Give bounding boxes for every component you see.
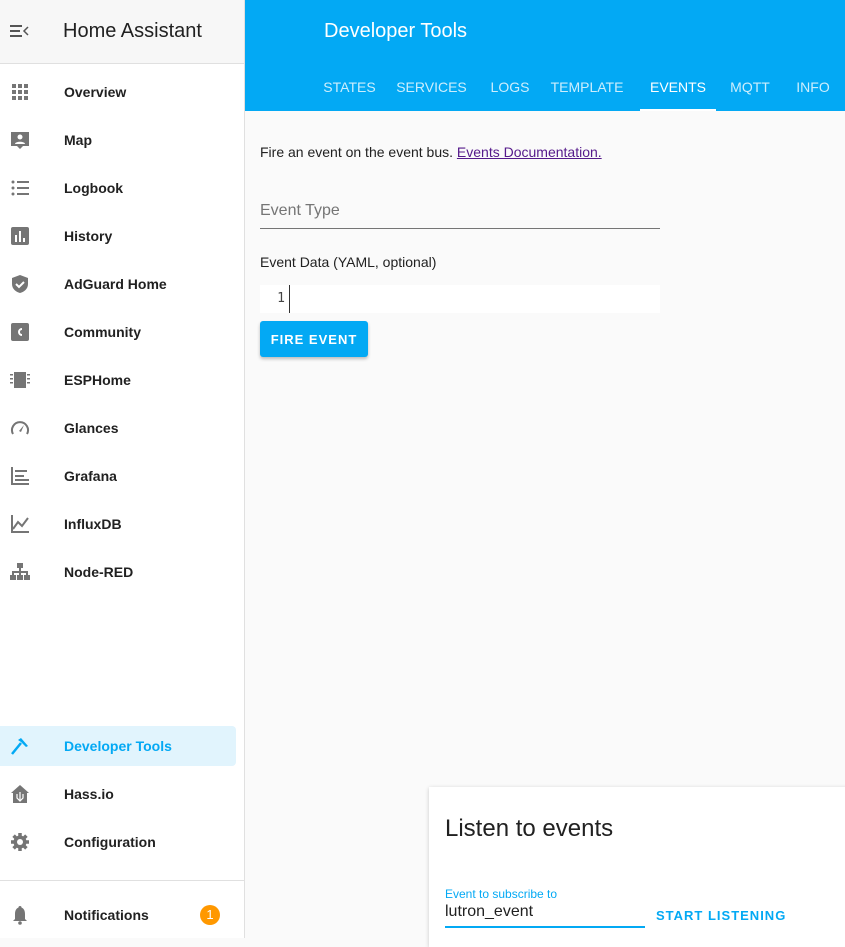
sidebar-item-label: Developer Tools [64, 738, 172, 754]
sidebar-item-logbook[interactable]: Logbook [0, 168, 236, 208]
tab-states[interactable]: STATES [313, 64, 386, 111]
tab-events[interactable]: EVENTS [640, 64, 716, 111]
grafana-icon [10, 466, 30, 486]
description-text: Fire an event on the event bus. [260, 144, 454, 160]
sidebar-item-history[interactable]: History [0, 216, 236, 256]
sidebar-item-label: Logbook [64, 180, 124, 196]
sidebar-item-label: Notifications [64, 907, 149, 923]
shield-check-icon [10, 274, 30, 294]
sidebar-divider [0, 880, 244, 881]
sidebar-item-hass-io[interactable]: Hass.io [0, 774, 236, 814]
line-number: 1 [277, 291, 285, 306]
sidebar-item-label: Overview [64, 84, 127, 100]
page-title: Developer Tools [324, 20, 468, 42]
community-icon [10, 322, 30, 342]
listen-events-card: Listen to events Event to subscribe to l… [429, 787, 845, 947]
sitemap-icon [10, 562, 30, 582]
subscribe-field-label: Event to subscribe to [445, 887, 558, 901]
grid-icon [10, 82, 30, 102]
sidebar-item-community[interactable]: Community [0, 312, 236, 352]
tab-template[interactable]: TEMPLATE [544, 64, 630, 111]
sidebar-item-configuration[interactable]: Configuration [0, 822, 236, 862]
chart-bar-icon [10, 226, 30, 246]
tab-services[interactable]: SERVICES [390, 64, 473, 111]
fire-event-button[interactable]: FIRE EVENT [260, 321, 368, 357]
sidebar-item-label: Community [64, 324, 141, 340]
sidebar-item-influxdb[interactable]: InfluxDB [0, 504, 236, 544]
chip-icon [10, 370, 30, 390]
speedometer-icon [10, 418, 30, 438]
event-type-input[interactable]: Event Type [260, 202, 660, 229]
list-icon [10, 178, 30, 198]
sidebar-item-label: AdGuard Home [64, 276, 167, 292]
sidebar-item-label: InfluxDB [64, 516, 122, 532]
event-data-editor[interactable]: 1 [260, 285, 660, 313]
sidebar-item-label: Configuration [64, 834, 156, 850]
sidebar-header: Home Assistant [0, 0, 244, 64]
sidebar-item-developer-tools[interactable]: Developer Tools [0, 726, 236, 766]
card-title: Listen to events [445, 815, 614, 842]
tab-logs[interactable]: LOGS [480, 64, 540, 111]
sidebar-item-label: Hass.io [64, 786, 114, 802]
app-header: Developer Tools STATES SERVICES LOGS TEMPLA… [245, 0, 845, 111]
start-listening-button[interactable]: START LISTENING [656, 908, 786, 923]
description: Fire an event on the event bus. Events D… [260, 144, 602, 160]
menu-collapse-icon[interactable] [10, 22, 30, 40]
notification-badge: 1 [200, 905, 220, 925]
sidebar-item-label: Map [64, 132, 92, 148]
sidebar-item-node-red[interactable]: Node-RED [0, 552, 236, 592]
events-documentation-link[interactable]: Events Documentation. [457, 144, 602, 160]
sidebar: Home Assistant Overview Map Logbook History… [0, 0, 245, 938]
subscribe-event-input[interactable]: lutron_event [445, 903, 645, 928]
sidebar-item-adguard-home[interactable]: AdGuard Home [0, 264, 236, 304]
sidebar-item-label: Node-RED [64, 564, 134, 580]
sidebar-item-map[interactable]: Map [0, 120, 236, 160]
gear-icon [10, 832, 30, 852]
app-title: Home Assistant [63, 20, 202, 42]
sidebar-item-notifications[interactable]: Notifications 1 [0, 895, 236, 935]
map-person-icon [10, 130, 30, 150]
sidebar-item-label: Glances [64, 420, 119, 436]
sidebar-item-label: Grafana [64, 468, 117, 484]
sidebar-item-glances[interactable]: Glances [0, 408, 236, 448]
sidebar-item-overview[interactable]: Overview [0, 72, 236, 112]
sidebar-item-label: ESPHome [64, 372, 131, 388]
home-assistant-icon [10, 784, 30, 804]
hammer-icon [10, 736, 30, 756]
event-data-label: Event Data (YAML, optional) [260, 254, 437, 270]
sidebar-item-grafana[interactable]: Grafana [0, 456, 236, 496]
bell-icon [10, 905, 30, 925]
text-cursor [289, 285, 290, 313]
tab-info[interactable]: INFO [786, 64, 840, 111]
sidebar-item-label: History [64, 228, 113, 244]
line-chart-icon [10, 514, 30, 534]
event-type-placeholder: Event Type [260, 202, 340, 219]
tab-mqtt[interactable]: MQTT [720, 64, 780, 111]
sidebar-item-esphome[interactable]: ESPHome [0, 360, 236, 400]
